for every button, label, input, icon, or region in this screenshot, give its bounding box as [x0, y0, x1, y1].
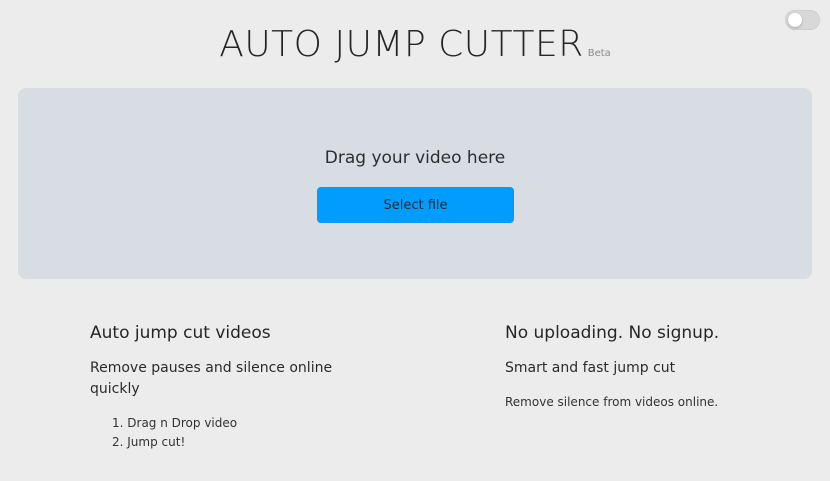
- feature-no-upload: No uploading. No signup. Smart and fast …: [505, 322, 805, 411]
- select-file-button[interactable]: Select file: [317, 187, 514, 223]
- feature-description: Remove pauses and silence online quickly: [90, 360, 333, 397]
- feature-heading: Auto jump cut videos: [90, 323, 271, 343]
- feature-heading: No uploading. No signup.: [505, 323, 720, 343]
- header: AUTO JUMP CUTTER Beta: [0, 24, 830, 65]
- dropzone-prompt: Drag your video here: [324, 148, 506, 168]
- feature-description: Remove silence from videos online.: [505, 395, 719, 409]
- beta-badge: Beta: [587, 48, 611, 59]
- feature-subheading: Smart and fast jump cut: [505, 360, 676, 376]
- feature-auto-jump-cut: Auto jump cut videos Remove pauses and s…: [90, 322, 350, 452]
- steps-list: 1. Drag n Drop video 2. Jump cut!: [112, 414, 350, 452]
- step-item: 1. Drag n Drop video: [112, 416, 238, 430]
- step-item: 2. Jump cut!: [112, 435, 186, 449]
- app-title: AUTO JUMP CUTTER: [219, 24, 584, 65]
- video-dropzone[interactable]: Drag your video here Select file: [18, 88, 812, 279]
